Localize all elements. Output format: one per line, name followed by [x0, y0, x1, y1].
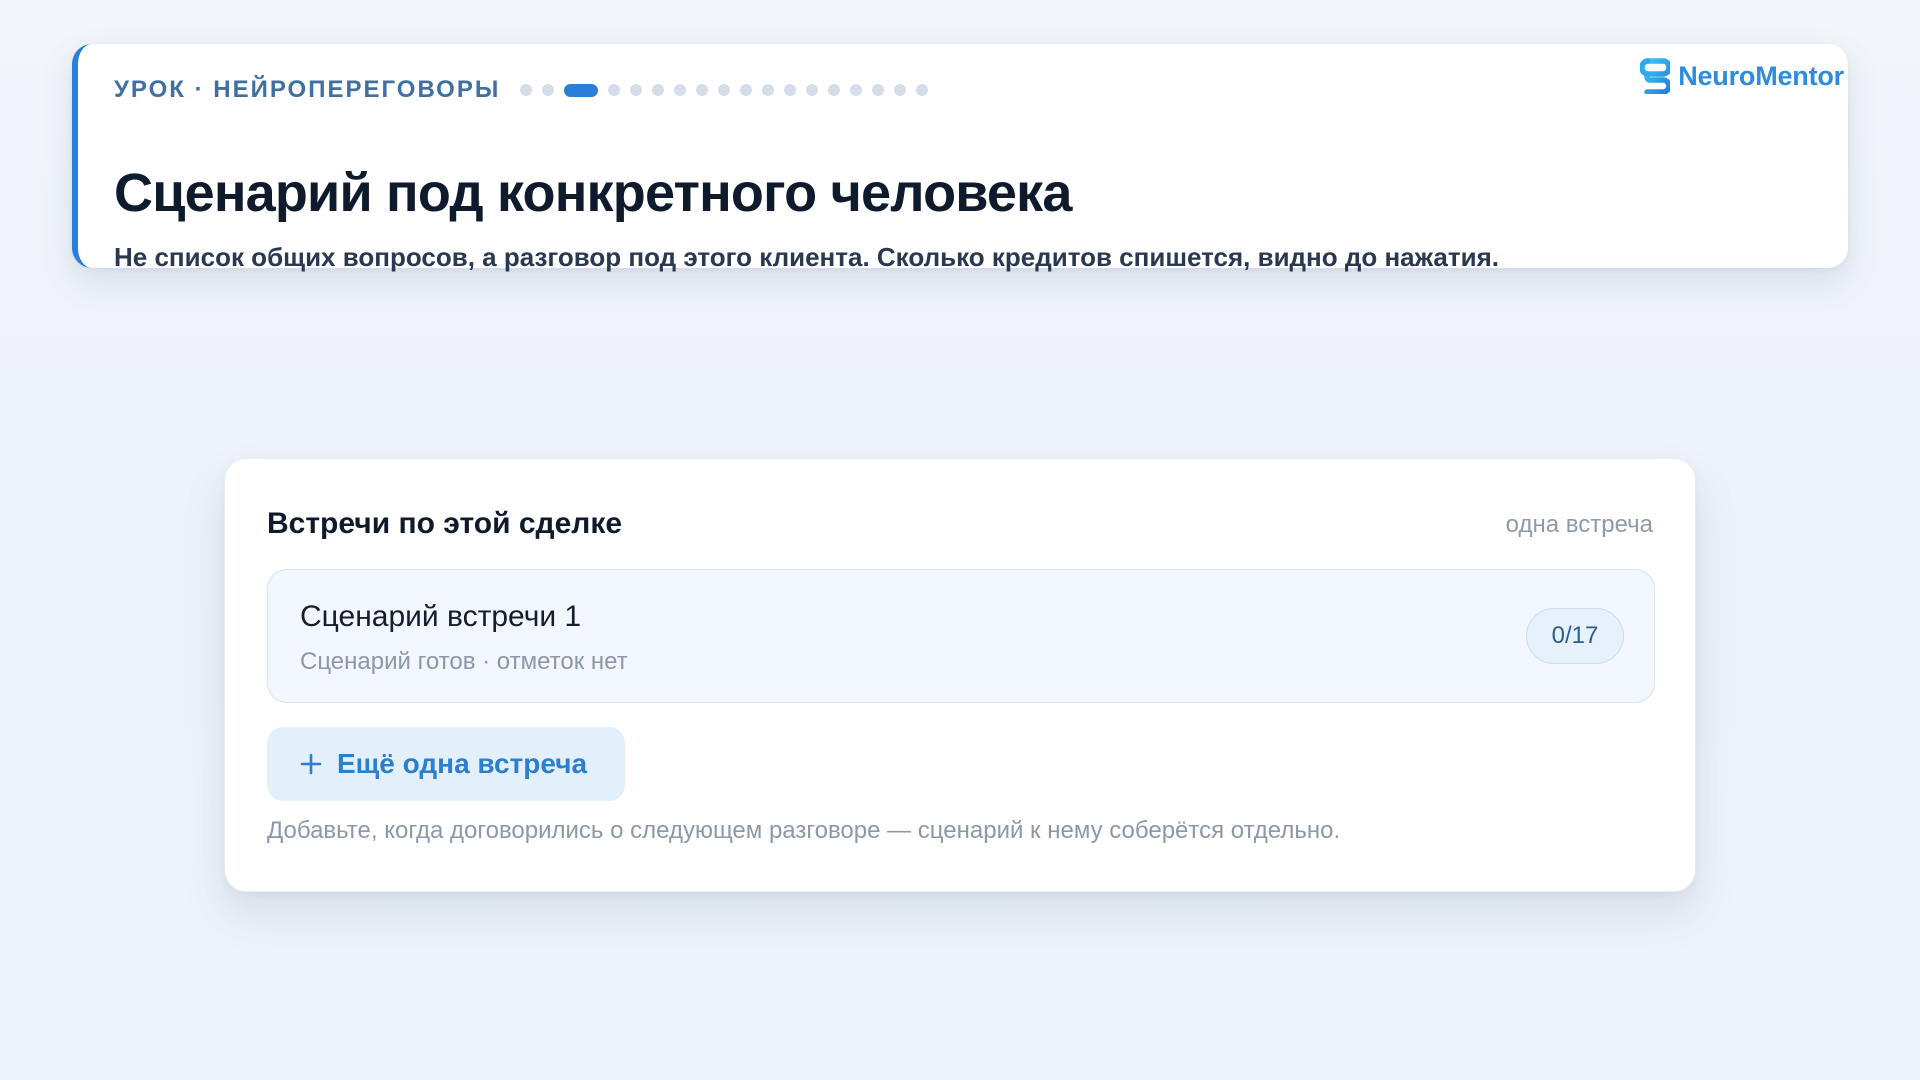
meetings-title: Встречи по этой сделке — [267, 507, 623, 540]
progress-step — [872, 84, 885, 96]
progress-step — [740, 84, 753, 96]
progress-step — [718, 84, 731, 96]
progress-step — [674, 84, 687, 96]
brand-name: NeuroMentor — [1678, 60, 1844, 91]
neuromentor-logo-icon — [1640, 58, 1671, 94]
add-meeting-label: Ещё одна встреча — [337, 748, 588, 779]
meeting-item[interactable]: Сценарий встречи 1 Сценарий готов · отме… — [267, 569, 1655, 703]
progress-step — [850, 84, 863, 96]
brand: NeuroMentor — [1640, 58, 1844, 94]
progress-step — [828, 84, 841, 96]
progress-step — [652, 84, 665, 96]
plus-icon — [300, 753, 322, 775]
progress-step — [630, 84, 643, 96]
lesson-subtitle: Не список общих вопросов, а разговор под… — [114, 242, 1499, 272]
meetings-hint: Добавьте, когда договорились о следующем… — [267, 817, 1341, 844]
meeting-progress-badge: 0/17 — [1526, 608, 1624, 664]
progress-step — [894, 84, 907, 96]
progress-step — [762, 84, 775, 96]
progress-step — [806, 84, 819, 96]
meeting-name: Сценарий встречи 1 — [300, 600, 582, 633]
lesson-top-row: УРОК · НЕЙРОПЕРЕГОВОРЫ — [114, 76, 929, 104]
progress-step-current — [564, 83, 599, 97]
lesson-title: Сценарий под конкретного человека — [114, 163, 1072, 223]
meetings-card: Встречи по этой сделке одна встреча Сцен… — [224, 458, 1696, 892]
progress-step — [608, 84, 621, 96]
progress-step — [520, 84, 533, 96]
add-meeting-button[interactable]: Ещё одна встреча — [267, 727, 625, 801]
lesson-header-card: УРОК · НЕЙРОПЕРЕГОВОРЫ Сценарий под конк… — [72, 44, 1848, 272]
progress-step — [784, 84, 797, 96]
meeting-status: Сценарий готов · отметок нет — [300, 648, 628, 675]
lesson-eyebrow: УРОК · НЕЙРОПЕРЕГОВОРЫ — [114, 76, 501, 103]
progress-step — [696, 84, 709, 96]
lesson-progress-indicator — [520, 83, 929, 97]
progress-step — [542, 84, 555, 96]
meetings-count: одна встреча — [1505, 511, 1653, 538]
progress-step — [916, 84, 929, 96]
